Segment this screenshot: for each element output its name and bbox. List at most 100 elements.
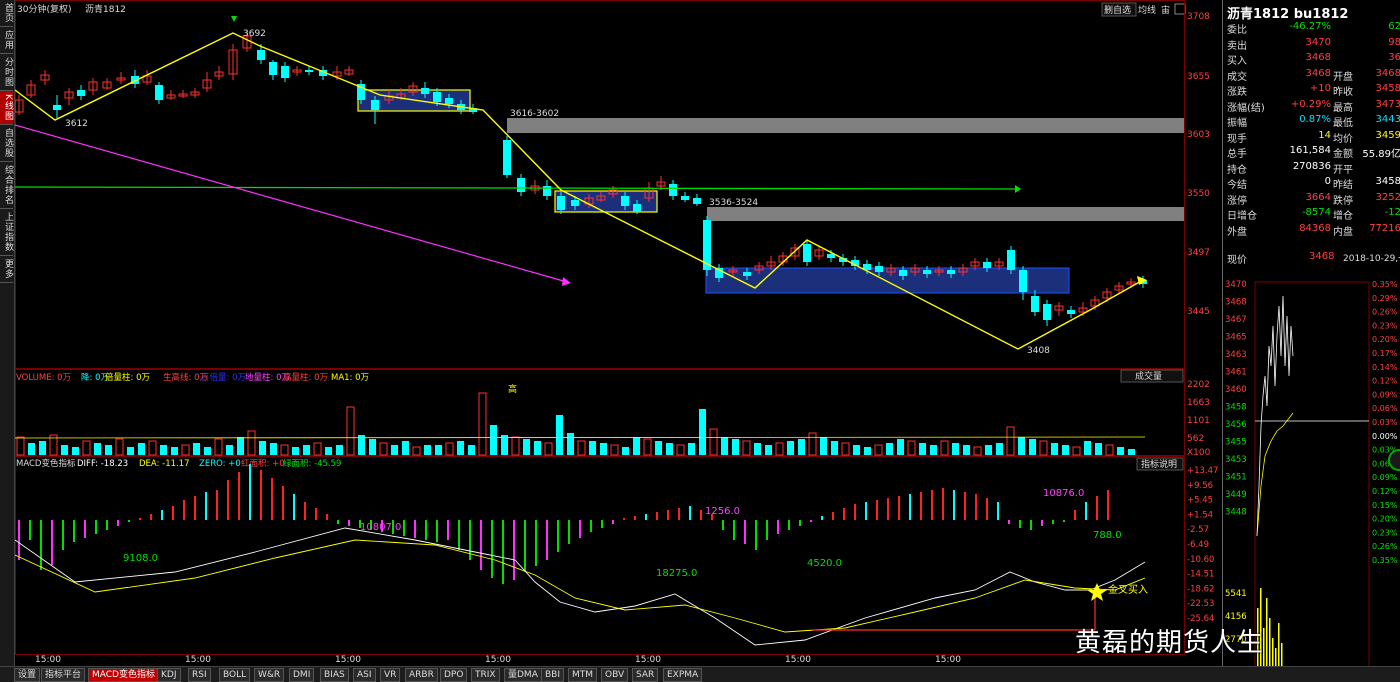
volume-bar [721, 437, 728, 455]
volume-bar [820, 437, 827, 455]
macd-tick-label: -6.49 [1187, 540, 1209, 550]
indicator-tab[interactable]: BOLL [219, 668, 251, 682]
kline-chart-area[interactable]: 30分钟(复权) 沥青1812 删自选 均线 宙 3708 3655 3603 355… [15, 0, 1222, 666]
indicator-tab[interactable]: ASI [353, 668, 376, 682]
candle-body [1067, 310, 1075, 314]
quote-key: 今结 [1227, 180, 1247, 191]
sidebar-item-watchlist[interactable]: 自选股 [0, 125, 13, 162]
quote-key-2: 跌停 [1333, 195, 1353, 207]
volume-bar [171, 447, 178, 455]
volume-bar [511, 436, 520, 456]
pct-tick-label: 0.35% [1372, 556, 1398, 565]
indicator-tab[interactable]: 指标平台 [41, 668, 86, 682]
candle-body [693, 198, 701, 204]
candle-body [517, 178, 525, 192]
indicator-tab[interactable]: BIAS [320, 668, 349, 682]
indicator-tab[interactable]: 量DMA [504, 668, 542, 682]
volume-bar [589, 441, 596, 455]
sidebar-item-index[interactable]: 上证指数 [0, 209, 13, 256]
volume-bar [105, 445, 112, 455]
golden-cross-label: 金叉买入 [1108, 583, 1148, 596]
volume-bar [919, 443, 926, 455]
volume-axis: 2202 1663 1101 562 X100 [1187, 380, 1211, 458]
indicator-tab[interactable]: OBV [601, 668, 629, 682]
indicator-tab[interactable]: ARBR [405, 668, 438, 682]
volume-bar [666, 443, 673, 455]
pct-tick-label: 0.35% [1372, 280, 1398, 289]
pct-tick-label: 0.00% [1372, 432, 1398, 441]
quote-value: 3664 [1305, 191, 1331, 203]
candle-body [633, 204, 641, 212]
volume-indicator-items: 降: 0万倍量柱: 0万 生高线: 0万百倍量: 0万 地量柱: 0万高量柱: 0万… [81, 372, 369, 383]
intraday-chart[interactable]: 3470 3468 3467 3465 3463 3461 3460 3458 3456 3455… [1223, 266, 1400, 668]
volume-bar [841, 442, 850, 456]
indicator-tab[interactable]: VR [380, 668, 401, 682]
volume-bar [424, 445, 431, 455]
volume-bar [28, 443, 35, 455]
candle-body [1031, 296, 1039, 312]
volume-bar [610, 444, 619, 456]
refresh-icon[interactable] [1388, 449, 1400, 471]
volume-bar [688, 443, 695, 455]
intraday-tick-label: 3456 [1225, 420, 1247, 430]
macd-area-3: 10876.0 [1043, 488, 1084, 499]
indicator-tab[interactable]: KDJ [157, 668, 181, 682]
quote-key-2: 均价 [1333, 133, 1353, 145]
pct-tick-label: 0.17% [1372, 349, 1398, 358]
ma-toggle-label[interactable]: 均线 [1138, 4, 1156, 16]
sidebar-item-ranking[interactable]: 综合排名 [0, 162, 13, 209]
indicator-tab[interactable]: DPO [440, 668, 468, 682]
indicator-tab[interactable]: BBI [541, 668, 565, 682]
volume-tick-label: X100 [1187, 448, 1211, 458]
indicator-tab[interactable]: RSI [188, 668, 211, 682]
volume-bar [280, 444, 289, 456]
indicator-tab[interactable]: SAR [632, 668, 659, 682]
quote-value: 161,584 [1289, 145, 1331, 156]
indicator-tab[interactable]: DMI [289, 668, 315, 682]
volume-bar [1095, 443, 1102, 455]
quote-value: 0 [1324, 176, 1331, 187]
macd-tick-label: +1.54 [1187, 510, 1213, 520]
candle-body [155, 85, 163, 100]
quote-key-2: 最高 [1333, 102, 1353, 114]
volume-bar [148, 440, 157, 456]
intraday-tick-label: 3451 [1225, 473, 1247, 483]
volume-bar [742, 440, 751, 456]
quote-key: 涨幅(结) [1227, 102, 1265, 114]
volume-bar [259, 441, 266, 455]
toolbar-button-3[interactable]: 宙 [1161, 4, 1170, 16]
time-tick-label: 15:00 [935, 655, 961, 665]
sidebar-item-kline[interactable]: K线图 [0, 91, 13, 125]
macd-area-5: 9108.0 [123, 553, 158, 564]
quote-row: 现手 14 均价 3459 [1223, 129, 1400, 145]
quote-key: 总手 [1227, 149, 1247, 160]
pct-tick-label: 0.29% [1372, 294, 1398, 303]
intraday-tick-label: 3470 [1225, 280, 1247, 290]
indicator-tab[interactable]: W&R [254, 668, 285, 682]
indicator-tab[interactable]: MTM [568, 668, 598, 682]
candle-body [433, 92, 441, 102]
sidebar-item-timeshare[interactable]: 分时图 [0, 54, 13, 91]
sidebar-item-home[interactable]: 首页 [0, 0, 13, 27]
intraday-volume-bar [1278, 623, 1280, 668]
candle-body [1019, 270, 1027, 292]
volume-bar [1029, 439, 1036, 455]
candle-body [923, 270, 931, 274]
indicator-tab[interactable]: EXPMA [663, 668, 703, 682]
indicator-tab[interactable]: 设置 [14, 668, 41, 682]
quote-value-2: 36 [1388, 52, 1400, 63]
low-label-1: 3612 [65, 119, 88, 129]
indicator-help-label: 指标说明 [1141, 458, 1177, 470]
quote-row: 持仓 270836 开平 [1223, 160, 1400, 176]
sidebar-item-apps[interactable]: 应用 [0, 27, 13, 54]
volume-bar [1018, 437, 1025, 455]
macd-tick-label: +13.47 [1187, 466, 1218, 476]
macd-indicator-items: DIFF: -18.23 DEA: -11.17 ZERO: +0 红面积: +0绿面… [77, 458, 341, 469]
indicator-tab[interactable]: TRIX [471, 668, 500, 682]
intraday-tick-label: 3463 [1225, 350, 1247, 360]
quote-value: 3468 [1305, 52, 1331, 63]
window-toggle-icon[interactable] [1174, 3, 1186, 15]
volume-bar [94, 443, 101, 455]
indicator-tab[interactable]: MACD变色指标 [88, 668, 159, 682]
sidebar-item-more[interactable]: 更多 [0, 256, 13, 283]
